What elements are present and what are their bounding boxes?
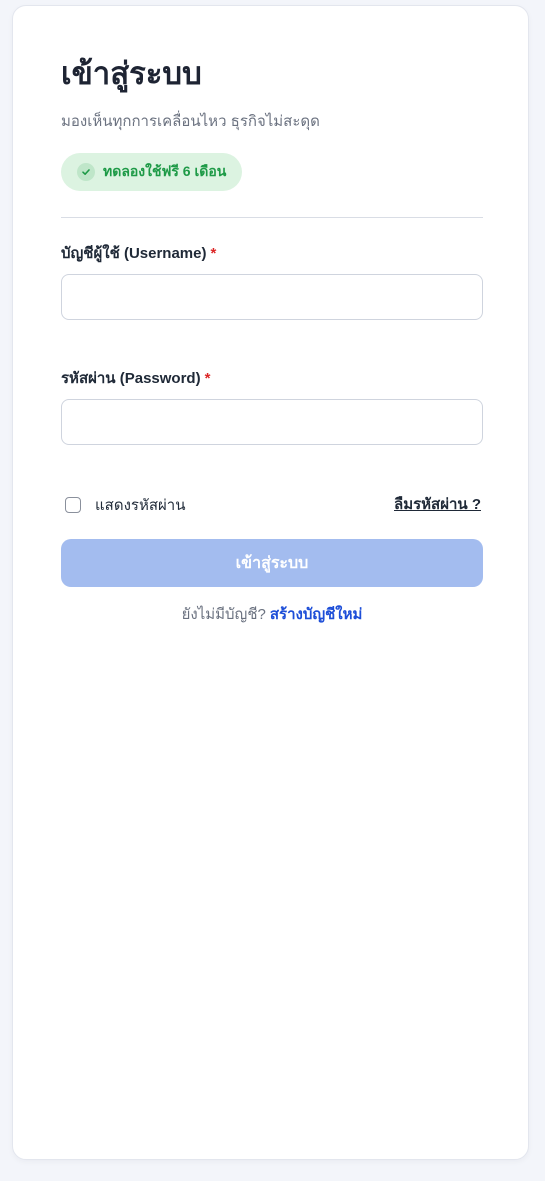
login-card: เข้าสู่ระบบ มองเห็นทุกการเคลื่อนไหว ธุรก…: [12, 5, 529, 1160]
show-password-row[interactable]: แสดงรหัสผ่าน: [65, 495, 185, 515]
username-required-mark: *: [210, 245, 217, 262]
password-input[interactable]: [61, 399, 483, 445]
create-account-link[interactable]: สร้างบัญชีใหม่: [270, 606, 363, 623]
trial-badge: ทดลองใช้ฟรี 6 เดือน: [61, 153, 243, 191]
password-required-mark: *: [204, 370, 211, 387]
password-label: รหัสผ่าน (Password) *: [61, 369, 210, 389]
page-subtitle: มองเห็นทุกการเคลื่อนไหว ธุรกิจไม่สะดุด: [61, 113, 320, 130]
show-password-label[interactable]: แสดงรหัสผ่าน: [95, 493, 185, 517]
username-label-text: บัญชีผู้ใช้ (Username): [61, 245, 207, 262]
show-password-checkbox[interactable]: [65, 497, 81, 513]
password-label-text: รหัสผ่าน (Password): [61, 370, 201, 387]
username-label: บัญชีผู้ใช้ (Username) *: [61, 244, 216, 264]
forgot-password-link[interactable]: ลืมรหัสผ่าน ?: [394, 495, 481, 515]
trial-badge-text: ทดลองใช้ฟรี 6 เดือน: [103, 163, 227, 179]
username-input[interactable]: [61, 274, 483, 320]
check-circle-icon: [77, 163, 95, 181]
page-title: เข้าสู่ระบบ: [61, 56, 202, 91]
login-button[interactable]: เข้าสู่ระบบ: [61, 539, 483, 587]
signup-row: ยังไม่มีบัญชี? สร้างบัญชีใหม่: [61, 605, 483, 625]
divider: [61, 217, 483, 218]
signup-prompt: ยังไม่มีบัญชี?: [181, 606, 266, 623]
